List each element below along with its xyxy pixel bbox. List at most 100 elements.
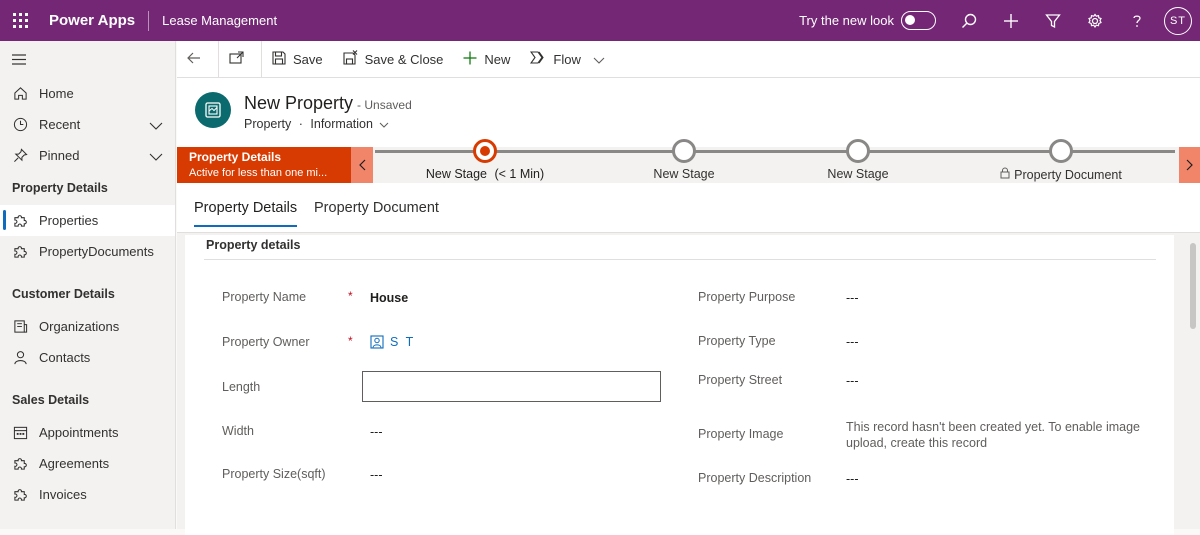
sidebar-item-label: Contacts [39,350,91,365]
brand-name[interactable]: Power Apps [49,12,135,29]
record-title-text: New Property [244,93,354,113]
property-type-value[interactable]: --- [846,335,859,349]
puzzle-icon [12,487,28,503]
top-divider [148,10,150,31]
save-and-close-button[interactable]: Save & Close [333,41,454,78]
back-button[interactable] [177,41,218,78]
sidebar-item-invoices[interactable]: Invoices [0,479,175,510]
section-title: Property details [206,238,301,252]
new-look-toggle[interactable] [901,11,936,30]
property-image-notice: This record hasn't been created yet. To … [846,420,1141,450]
organization-icon [12,319,28,335]
app-launcher-icon[interactable] [0,0,41,41]
puzzle-icon [12,244,28,260]
sidebar-item-label: Pinned [39,148,80,163]
form-selector[interactable]: Information [310,117,389,131]
main-area: Save Save & Close New Flow New Property -… [177,40,1200,535]
open-new-window-icon [229,51,251,67]
stage-duration: (< 1 Min) [494,167,545,181]
property-purpose-label: Property Purpose [698,290,796,304]
stage-indicator [846,139,870,163]
length-input[interactable] [362,371,661,402]
section-card: Property details Property Name * House P… [185,235,1174,535]
property-owner-value: S T [390,335,416,349]
bpf-next-button[interactable] [1179,147,1200,183]
user-avatar[interactable]: ST [1164,6,1192,35]
app-name[interactable]: Lease Management [162,13,277,28]
sidebar-item-propertydocuments[interactable]: PropertyDocuments [0,236,175,267]
sidebar-item-label: Agreements [39,456,110,471]
calendar-icon [12,425,28,441]
bpf-stage-4[interactable]: Property Document [971,139,1151,183]
person-icon [12,350,28,366]
save-button[interactable]: Save [262,41,333,78]
sidebar-item-label: PropertyDocuments [39,244,154,259]
bpf-stage-2[interactable]: New Stage [594,139,774,183]
section-divider [204,259,1156,260]
flow-button[interactable]: Flow [520,41,621,78]
bpf-previous-button[interactable] [351,147,373,183]
sidebar-item-label: Properties [39,213,99,228]
sidebar-item-organizations[interactable]: Organizations [0,311,175,342]
bpf-stage-3[interactable]: New Stage [768,139,948,183]
chevron-right-icon [1186,159,1193,171]
chevron-down-icon[interactable] [149,118,163,133]
sidebar-item-label: Organizations [39,319,120,334]
chevron-down-icon [380,122,389,128]
hamburger-menu-icon[interactable] [0,41,175,78]
sidebar-item-home[interactable]: Home [0,78,175,109]
record-title: New Property - Unsaved [244,93,412,114]
property-description-value[interactable]: --- [846,472,859,486]
sidebar-item-appointments[interactable]: Appointments [0,417,175,448]
property-size-label: Property Size(sqft) [222,467,326,481]
form-content: Property details Property Name * House P… [177,233,1200,535]
sidebar-group-header: Property Details [12,181,108,195]
bpf-stage-1[interactable]: New Stage (< 1 Min) [395,139,575,183]
property-name-label: Property Name [222,290,307,304]
sidebar-item-label: Appointments [39,425,119,440]
clock-icon [12,117,28,133]
home-icon [12,86,28,102]
record-subtitle: Property · Information [244,117,389,131]
help-icon[interactable] [1116,0,1158,41]
property-size-value[interactable]: --- [370,468,383,482]
property-type-label: Property Type [698,334,776,348]
width-value[interactable]: --- [370,425,383,439]
open-in-new-window-button[interactable] [219,41,261,78]
add-icon[interactable] [990,0,1032,41]
property-purpose-value[interactable]: --- [846,291,859,305]
property-name-value[interactable]: House [370,291,408,305]
property-entity-icon [195,92,231,128]
plus-icon [463,51,484,68]
stage-name: New Stage [425,167,487,181]
entity-name: Property [244,117,292,131]
tab-property-details[interactable]: Property Details [194,200,297,216]
back-arrow-icon [187,52,208,67]
sidebar-group-header: Customer Details [12,287,115,301]
filter-icon[interactable] [1032,0,1074,41]
sidebar-item-agreements[interactable]: Agreements [0,448,175,479]
vertical-scrollbar[interactable] [1190,243,1196,329]
unsaved-status: - Unsaved [357,98,412,112]
sidebar-item-contacts[interactable]: Contacts [0,342,175,373]
sidebar-item-label: Invoices [39,487,87,502]
chevron-down-icon[interactable] [593,52,612,67]
property-owner-lookup[interactable]: S T [370,335,415,349]
required-indicator: * [348,289,353,303]
stage-label: New Stage (< 1 Min) [395,167,575,181]
lock-icon [1000,167,1010,179]
active-stage-flyout[interactable]: Property Details Active for less than on… [177,147,351,183]
new-button[interactable]: New [453,41,520,78]
sidebar-item-pinned[interactable]: Pinned [0,140,175,171]
sidebar-item-recent[interactable]: Recent [0,109,175,140]
property-image-label: Property Image [698,427,784,441]
settings-icon[interactable] [1074,0,1116,41]
active-tab-indicator [194,225,297,227]
chevron-down-icon[interactable] [149,149,163,164]
tab-property-document[interactable]: Property Document [314,200,439,216]
stage-active-indicator [473,139,497,163]
search-icon[interactable] [948,0,990,41]
property-street-value[interactable]: --- [846,374,859,388]
sidebar-item-properties[interactable]: Properties [0,205,175,236]
stage-indicator [672,139,696,163]
